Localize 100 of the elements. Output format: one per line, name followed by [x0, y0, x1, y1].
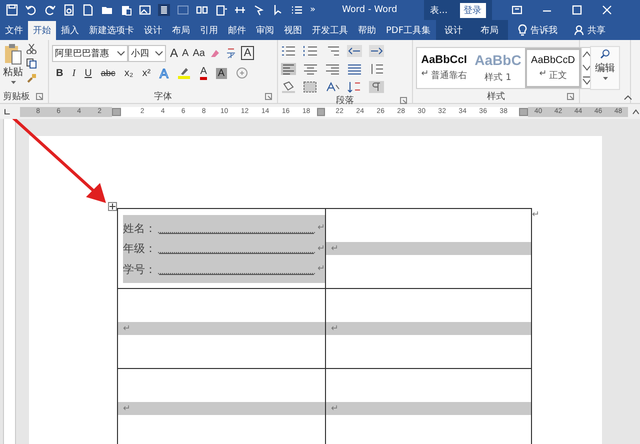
group-label: 样式 [487, 90, 505, 103]
font-size-dropdown[interactable]: 小四 [128, 44, 166, 62]
superscript-button[interactable]: x² [142, 68, 151, 78]
style-name: 正文 [548, 70, 567, 82]
dialog-launcher-icon[interactable] [400, 97, 407, 104]
paragraph-mark: ↵ [123, 404, 131, 414]
close-icon[interactable] [602, 5, 612, 15]
style-preview: AaBbCcI [421, 54, 467, 66]
font-color-button[interactable]: A [200, 66, 207, 80]
paragraph-mark: ↵ [317, 244, 325, 254]
ribbon-tab[interactable]: PDF工具集 [381, 21, 436, 40]
borders-icon[interactable] [303, 80, 318, 92]
show-marks-icon[interactable] [369, 80, 384, 92]
more-commands[interactable]: » [310, 5, 316, 15]
character-shading-button[interactable]: A [216, 68, 227, 78]
paint-bucket-icon[interactable] [281, 80, 296, 92]
grow-font-button[interactable]: A [170, 46, 178, 60]
tell-me-search[interactable]: 告诉我 [530, 24, 558, 36]
phonetic-guide-icon[interactable] [224, 47, 237, 59]
paintbrush-icon[interactable] [26, 73, 37, 84]
bullets-icon[interactable] [281, 44, 296, 56]
scroll-up-icon[interactable] [632, 108, 640, 116]
encircle-character-icon[interactable] [236, 67, 248, 79]
ribbon-tab[interactable]: 插入 [56, 21, 84, 40]
multilevel-list-icon[interactable] [325, 44, 340, 56]
style-preview: AaBbC [474, 52, 522, 68]
underline-button[interactable]: U [84, 68, 92, 78]
ribbon-tab[interactable]: 视图 [279, 21, 307, 40]
ribbon-tab[interactable]: 布局 [167, 21, 195, 40]
folder-icon[interactable] [101, 4, 113, 16]
font-name-dropdown[interactable]: 阿里巴巴普惠 [52, 44, 128, 62]
picture-icon[interactable] [139, 4, 151, 16]
dialog-launcher-icon[interactable] [567, 93, 574, 100]
group-label: 段落 [336, 94, 354, 107]
columns-icon[interactable] [196, 4, 208, 16]
undo-icon[interactable] [25, 4, 37, 16]
new-document-icon[interactable] [82, 4, 94, 16]
ribbon-tab[interactable]: 开发工具 [307, 21, 353, 40]
ribbon-tab[interactable]: 文件 [0, 21, 28, 40]
margin-marker[interactable] [112, 108, 122, 116]
redo-icon[interactable] [44, 4, 56, 16]
end-of-row-mark: ↵ [532, 210, 540, 220]
style-name: 普通靠右 [430, 69, 467, 82]
caret-icon[interactable] [10, 81, 16, 84]
numbering-icon[interactable] [303, 44, 318, 56]
dialog-launcher-icon[interactable] [265, 93, 272, 100]
read-mode-icon[interactable] [158, 4, 170, 16]
font-size-value: 小四 [131, 48, 150, 60]
paste-icon[interactable] [120, 4, 132, 16]
dialog-launcher-icon[interactable] [36, 93, 43, 100]
person-icon[interactable] [574, 24, 584, 36]
align-left-icon[interactable] [281, 62, 296, 74]
ribbon-tab[interactable]: 开始 [28, 21, 56, 40]
style-option[interactable]: AaBbCcD ↵ 正文 [525, 48, 581, 88]
style-option[interactable]: AaBbC 样式 1 [471, 48, 525, 88]
sort-icon[interactable] [347, 80, 362, 92]
enclose-characters-button[interactable]: A [240, 46, 254, 60]
style-option[interactable]: AaBbCcI ↵ 普通靠右 [417, 48, 471, 88]
paragraph-mark: ↵ [421, 69, 429, 81]
bold-button[interactable]: B [56, 68, 64, 78]
justify-icon[interactable] [347, 62, 362, 74]
change-case-button[interactable]: Aa [192, 48, 205, 58]
line-spacing-icon[interactable] [369, 62, 384, 74]
ribbon-tab[interactable]: 帮助 [353, 21, 381, 40]
ribbon-tab[interactable]: 审阅 [251, 21, 279, 40]
ribbon-tab[interactable]: 设计 [436, 20, 472, 40]
scissors-icon[interactable] [26, 43, 37, 54]
ribbon-tab[interactable]: 新建选项卡 [84, 21, 139, 40]
ribbon-tab[interactable]: 引用 [195, 21, 223, 40]
ribbon-display-icon[interactable] [512, 5, 522, 15]
maximize-icon[interactable] [572, 5, 582, 15]
highlighter-icon[interactable] [177, 67, 192, 79]
lightbulb-icon[interactable] [518, 24, 527, 36]
copy-icon[interactable] [26, 58, 37, 69]
ribbon-tab[interactable]: 邮件 [223, 21, 251, 40]
align-right-icon[interactable] [325, 62, 340, 74]
editing-button[interactable]: 编辑 [590, 46, 620, 90]
share-button[interactable]: 共享 [588, 24, 606, 36]
login-button[interactable]: 登录 [460, 2, 486, 18]
asian-layout-icon[interactable] [325, 80, 340, 92]
print-preview-icon[interactable] [63, 4, 75, 16]
spacing-icon[interactable] [234, 4, 246, 16]
strikethrough-button[interactable]: abc [100, 68, 116, 78]
save-icon[interactable] [6, 4, 18, 16]
ribbon-tab[interactable]: 设计 [139, 21, 167, 40]
increase-indent-icon[interactable] [369, 44, 384, 56]
table-move-handle-icon[interactable] [108, 202, 117, 211]
paste-button[interactable]: 粘贴 [3, 65, 23, 79]
ribbon-tab[interactable]: 布局 [472, 20, 508, 40]
align-center-icon[interactable] [303, 62, 318, 74]
decrease-indent-icon[interactable] [347, 44, 362, 56]
subscript-button[interactable]: x₂ [124, 68, 134, 78]
context-title: 表... [430, 4, 448, 16]
italic-button[interactable]: I [72, 68, 76, 78]
more-styles-icon[interactable] [582, 74, 592, 87]
collapse-ribbon-icon[interactable] [624, 95, 632, 100]
shrink-font-button[interactable]: A [182, 48, 189, 58]
margin-marker[interactable] [519, 108, 528, 116]
list-icon[interactable] [291, 4, 303, 16]
tab-stop-icon[interactable] [4, 108, 10, 114]
